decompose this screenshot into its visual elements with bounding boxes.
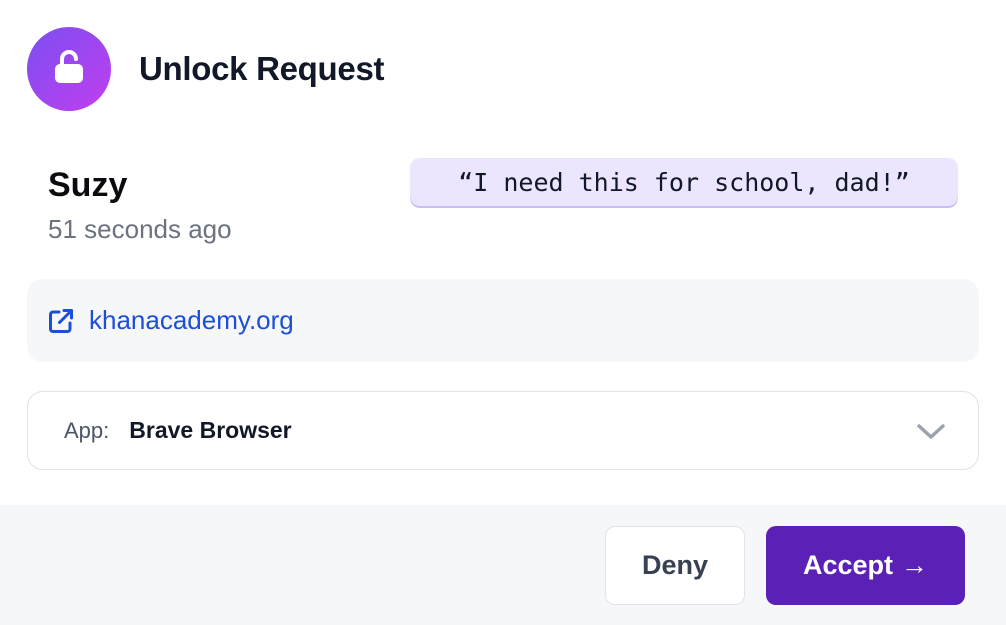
unlocked-padlock-icon: [54, 49, 84, 89]
accept-button-label: Accept: [802, 550, 894, 580]
arrow-right-icon: →: [901, 550, 929, 580]
requester-name: Suzy: [48, 166, 128, 204]
app-select-value: Brave Browser: [129, 417, 292, 443]
dialog-title: Unlock Request: [139, 50, 385, 87]
requested-link[interactable]: khanacademy.org: [27, 279, 979, 362]
dialog-header: Unlock Request: [27, 27, 384, 111]
chevron-down-icon[interactable]: [916, 418, 946, 449]
deny-button[interactable]: Deny: [605, 526, 745, 605]
external-link-icon: [47, 307, 75, 335]
unlock-request-dialog: Unlock Request Suzy 51 seconds ago “I ne…: [0, 0, 1006, 625]
lock-badge: [27, 27, 111, 111]
link-url[interactable]: khanacademy.org: [89, 305, 294, 336]
request-timestamp: 51 seconds ago: [48, 214, 232, 244]
deny-button-label: Deny: [641, 550, 709, 580]
request-message: “I need this for school, dad!”: [410, 158, 958, 206]
accept-button[interactable]: Accept →: [766, 526, 965, 605]
app-select[interactable]: App: Brave Browser: [27, 391, 979, 470]
dialog-footer: Deny Accept →: [0, 505, 1006, 625]
app-select-label: App:: [64, 417, 110, 443]
